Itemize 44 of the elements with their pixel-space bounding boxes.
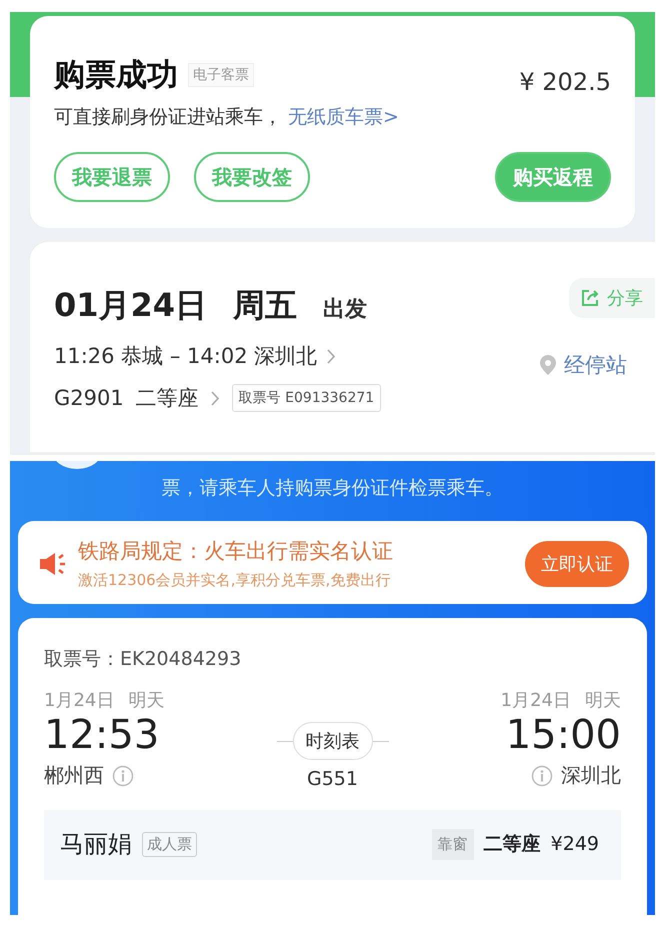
ticket-number: 取票号 E091336271 <box>232 384 382 412</box>
location-pin-icon <box>540 355 556 375</box>
departure-label: 出发 <box>323 296 368 324</box>
passenger-name: 马丽娟 <box>60 829 132 860</box>
chevron-right-icon <box>210 390 220 406</box>
notice-text: 票，请乘车人持购票身份证件检票乘车。 <box>160 476 504 501</box>
action-button[interactable]: 购买返程 <box>495 152 611 202</box>
train-number: G551 <box>307 768 358 790</box>
departure-station: 郴州西 <box>44 762 104 789</box>
chevron-right-icon <box>327 348 336 364</box>
megaphone-icon <box>38 550 68 576</box>
stops-button[interactable]: 经停站 <box>534 350 633 380</box>
ticket-type: 成人票 <box>142 832 197 856</box>
ticket-type-label: 电子客票 <box>188 63 254 87</box>
arrival-day: 明天 <box>585 688 621 712</box>
seat-class: 二等座 <box>136 385 199 412</box>
seat-class: 二等座 <box>484 832 541 857</box>
paperless-link[interactable]: 无纸质车票> <box>288 104 399 130</box>
seat-price: ¥249 <box>550 833 599 855</box>
share-icon <box>581 289 601 307</box>
share-button[interactable]: 分享 <box>569 278 655 318</box>
timetable-button[interactable]: 时刻表 <box>292 722 372 760</box>
info-icon[interactable] <box>531 764 553 786</box>
verify-button[interactable]: 立即认证 <box>525 540 629 586</box>
route-link[interactable]: 11:26 恭城 – 14:02 深圳北 <box>54 342 318 370</box>
weekday: 周五 <box>233 285 298 326</box>
train-number: G2901 <box>54 386 124 410</box>
departure-time: 12:53 <box>44 712 160 758</box>
ticket-number: 取票号：EK20484293 <box>44 647 242 672</box>
departure-date: 01月24日 <box>54 285 208 326</box>
action-button[interactable]: 我要改签 <box>194 152 310 202</box>
arrival-date: 1月24日 <box>500 689 571 712</box>
alert-title: 铁路局规定：火车出行需实名认证 <box>78 538 393 565</box>
departure-date: 1月24日 <box>44 689 114 712</box>
arrival-station: 深圳北 <box>561 762 621 789</box>
arrival-time: 15:00 <box>506 712 621 758</box>
entry-note: 可直接刷身份证进站乘车， <box>54 105 282 130</box>
info-icon[interactable] <box>112 764 134 786</box>
action-button[interactable]: 我要退票 <box>54 152 170 202</box>
seat-preference: 靠窗 <box>432 828 474 860</box>
page-title: 购票成功 <box>54 56 178 95</box>
ticket-price: ¥ 202.5 <box>519 68 611 96</box>
departure-day: 明天 <box>128 688 164 712</box>
alert-subtitle: 激活12306会员并实名,享积分兑车票,免费出行 <box>78 571 392 590</box>
